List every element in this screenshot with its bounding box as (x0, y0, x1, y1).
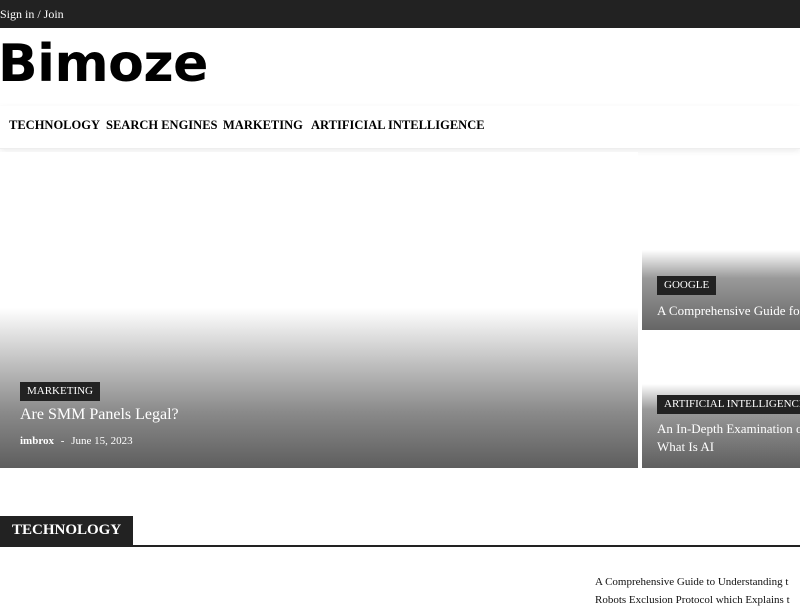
excerpt-line-2: Robots Exclusion Protocol which Explains… (595, 594, 790, 606)
post-date: June 15, 2023 (71, 435, 133, 447)
nav-item-marketing[interactable]: MARKETING (223, 118, 303, 133)
excerpt-line-1: A Comprehensive Guide to Understanding t (595, 576, 789, 588)
post-excerpt[interactable]: A Comprehensive Guide to Understanding t… (595, 573, 800, 609)
category-badge-artificial-intelligence[interactable]: ARTIFICIAL INTELLIGENCE (657, 395, 800, 414)
nav-item-artificial-intelligence[interactable]: ARTIFICIAL INTELLIGENCE (311, 118, 485, 133)
category-badge-google[interactable]: GOOGLE (657, 276, 717, 295)
main-nav: TECHNOLOGY SEARCH ENGINES MARKETING ARTI… (0, 106, 800, 149)
section-header-technology: TECHNOLOGY (0, 515, 800, 547)
section-title[interactable]: TECHNOLOGY (0, 516, 134, 545)
featured-post-main[interactable]: MARKETING Are SMM Panels Legal? imbrox -… (0, 152, 638, 468)
nav-item-search-engines[interactable]: SEARCH ENGINES (106, 118, 218, 133)
post-meta: imbrox - June 15, 2023 (20, 435, 133, 447)
featured-side-2-title-line-2[interactable]: What Is AI (657, 438, 714, 456)
meta-separator: - (60, 435, 65, 447)
sign-in-join-link[interactable]: Sign in / Join (0, 0, 64, 28)
featured-post-side-2[interactable]: ARTIFICIAL INTELLIGENCE An In-Depth Exam… (642, 334, 800, 468)
nav-item-technology[interactable]: TECHNOLOGY (9, 118, 100, 133)
featured-post-side-1[interactable]: GOOGLE A Comprehensive Guide for (642, 250, 800, 330)
post-author[interactable]: imbrox (20, 435, 54, 447)
top-bar: Sign in / Join (0, 0, 800, 28)
featured-side-1-title[interactable]: A Comprehensive Guide for (657, 302, 800, 320)
site-logo[interactable]: Bimoze (0, 30, 208, 98)
featured-main-title[interactable]: Are SMM Panels Legal? (20, 406, 179, 424)
category-badge-marketing[interactable]: MARKETING (20, 382, 100, 401)
featured-side-2-title-line-1[interactable]: An In-Depth Examination o (657, 420, 800, 438)
